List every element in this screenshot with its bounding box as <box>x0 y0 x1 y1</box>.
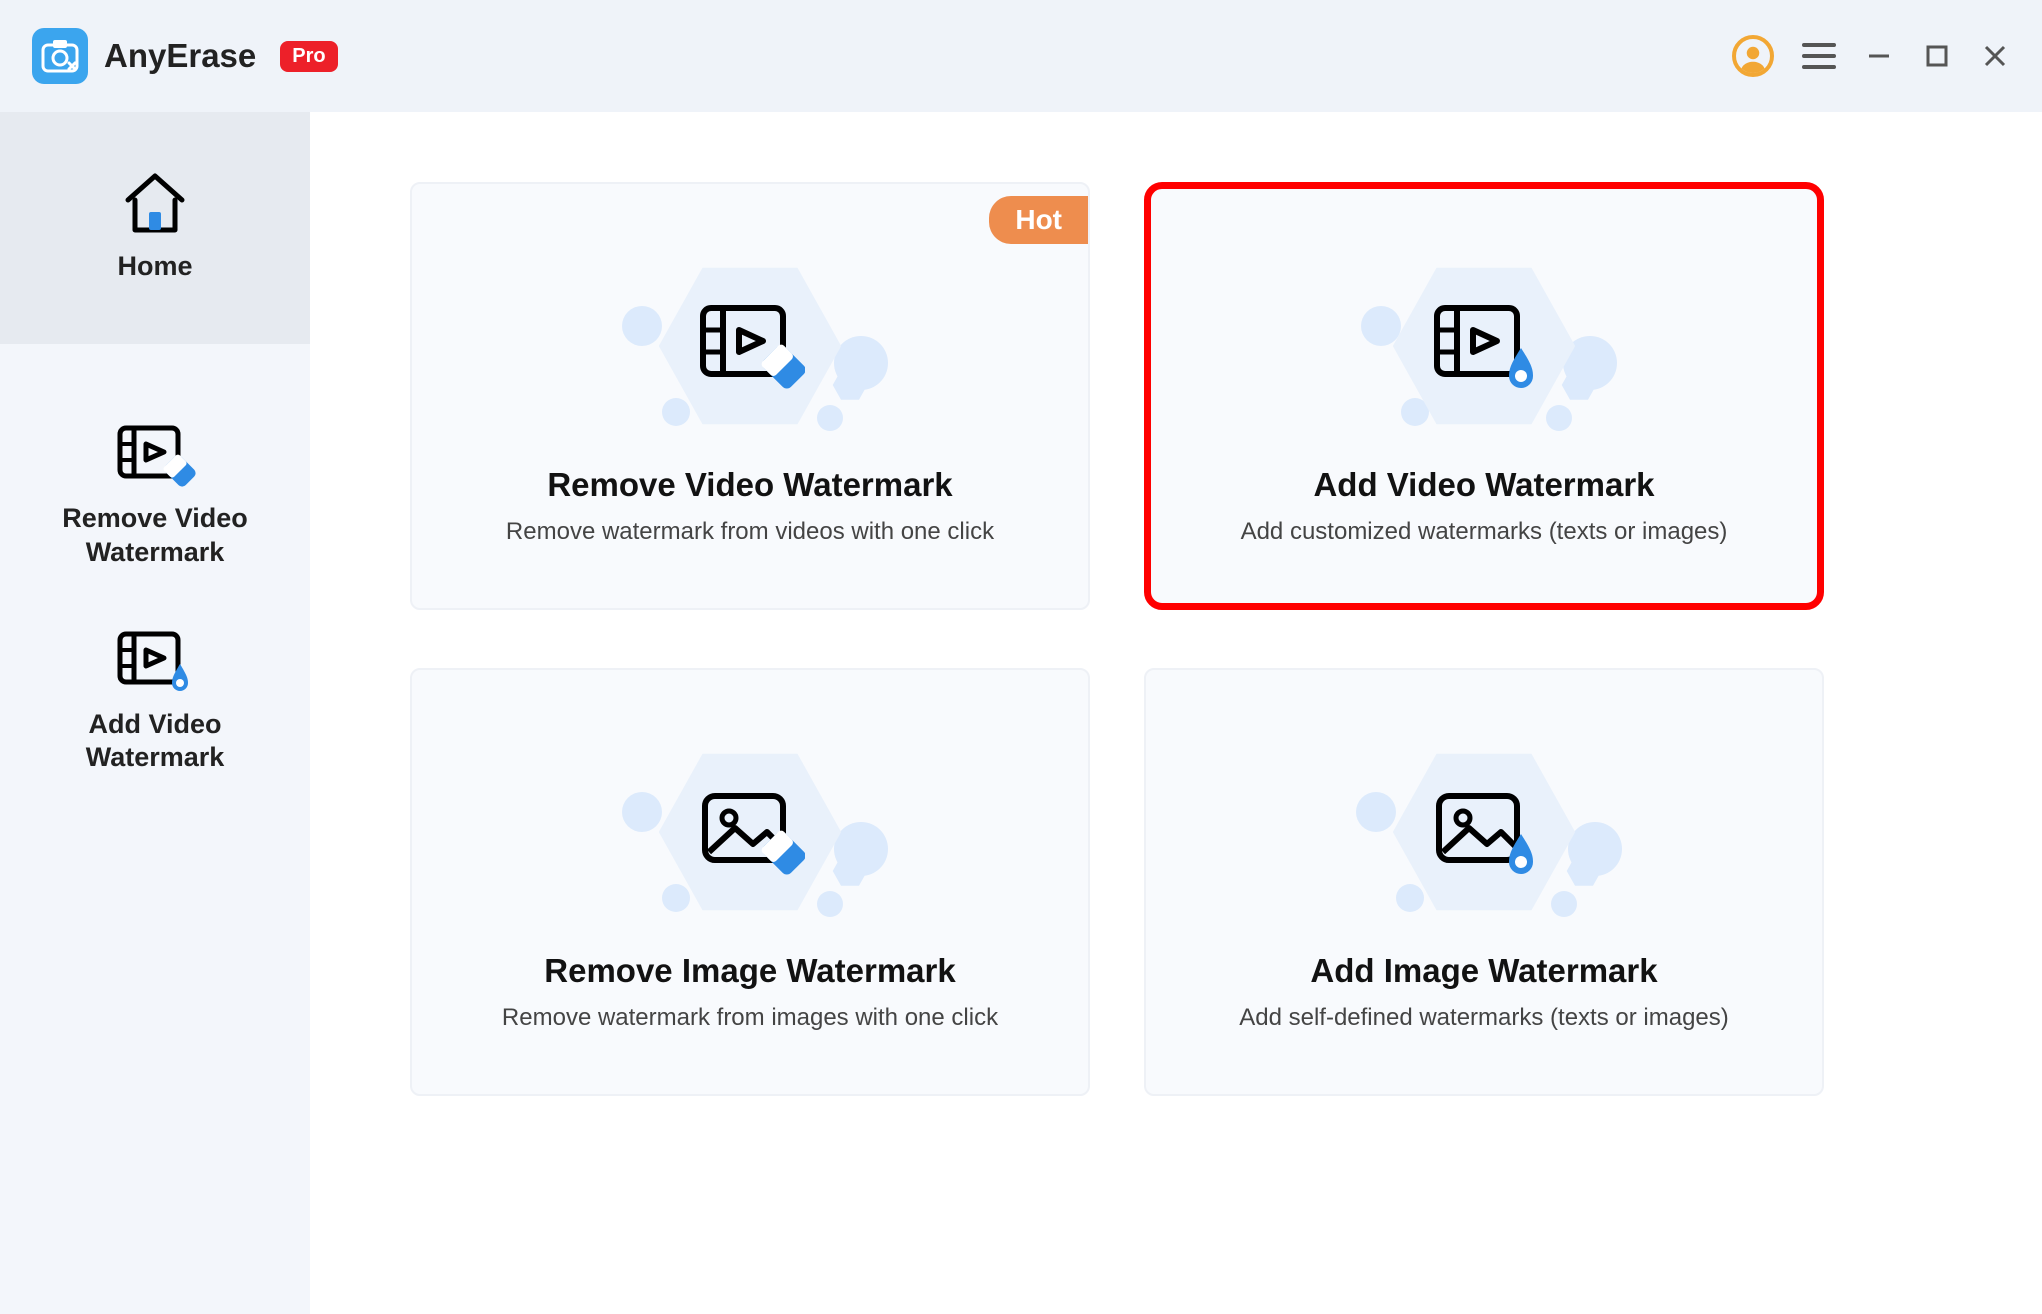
logo-block: AnyErase Pro <box>32 28 338 84</box>
app-logo-icon <box>32 28 88 84</box>
card-illustration <box>1181 236 1787 456</box>
minimize-icon[interactable] <box>1864 41 1894 71</box>
card-subtitle: Remove watermark from images with one cl… <box>502 1004 998 1032</box>
titlebar-controls <box>1732 35 2010 77</box>
image-droplet-icon <box>1429 786 1539 878</box>
card-title: Remove Video Watermark <box>547 466 952 504</box>
video-droplet-icon <box>114 626 196 696</box>
card-add-video-watermark[interactable]: Add Video Watermark Add customized water… <box>1144 182 1824 610</box>
card-subtitle: Remove watermark from videos with one cl… <box>506 518 994 546</box>
card-remove-image-watermark[interactable]: Remove Image Watermark Remove watermark … <box>410 668 1090 1096</box>
sidebar-item-home[interactable]: Home <box>0 112 310 344</box>
close-icon[interactable] <box>1980 41 2010 71</box>
image-eraser-icon <box>695 786 805 878</box>
card-subtitle: Add self-defined watermarks (texts or im… <box>1239 1004 1729 1032</box>
app-window: AnyErase Pro <box>0 0 2042 1314</box>
sidebar: Home Remove VideoWatermark <box>0 112 310 1314</box>
video-eraser-icon <box>114 420 196 490</box>
user-icon[interactable] <box>1732 35 1774 77</box>
card-illustration <box>1176 722 1792 942</box>
maximize-icon[interactable] <box>1922 41 1952 71</box>
sidebar-item-label: Home <box>117 250 192 284</box>
video-eraser-icon <box>695 300 805 392</box>
app-name: AnyErase <box>104 37 256 75</box>
card-title: Add Image Watermark <box>1310 952 1657 990</box>
sidebar-item-label: Add VideoWatermark <box>86 708 225 776</box>
sidebar-item-add-video[interactable]: Add VideoWatermark <box>0 600 310 806</box>
card-grid: Hot <box>410 182 1962 1096</box>
titlebar: AnyErase Pro <box>0 0 2042 112</box>
app-body: Home Remove VideoWatermark <box>0 112 2042 1314</box>
card-subtitle: Add customized watermarks (texts or imag… <box>1241 518 1728 546</box>
sidebar-item-label: Remove VideoWatermark <box>62 502 248 570</box>
card-title: Add Video Watermark <box>1313 466 1654 504</box>
card-title: Remove Image Watermark <box>544 952 955 990</box>
main-content: Hot <box>310 112 2042 1314</box>
card-remove-video-watermark[interactable]: Hot <box>410 182 1090 610</box>
sidebar-item-remove-video[interactable]: Remove VideoWatermark <box>0 394 310 600</box>
card-illustration <box>442 236 1058 456</box>
video-droplet-icon <box>1429 300 1539 392</box>
card-add-image-watermark[interactable]: Add Image Watermark Add self-defined wat… <box>1144 668 1824 1096</box>
pro-badge: Pro <box>280 41 337 72</box>
home-icon <box>118 168 192 238</box>
menu-icon[interactable] <box>1802 43 1836 69</box>
card-illustration <box>442 722 1058 942</box>
